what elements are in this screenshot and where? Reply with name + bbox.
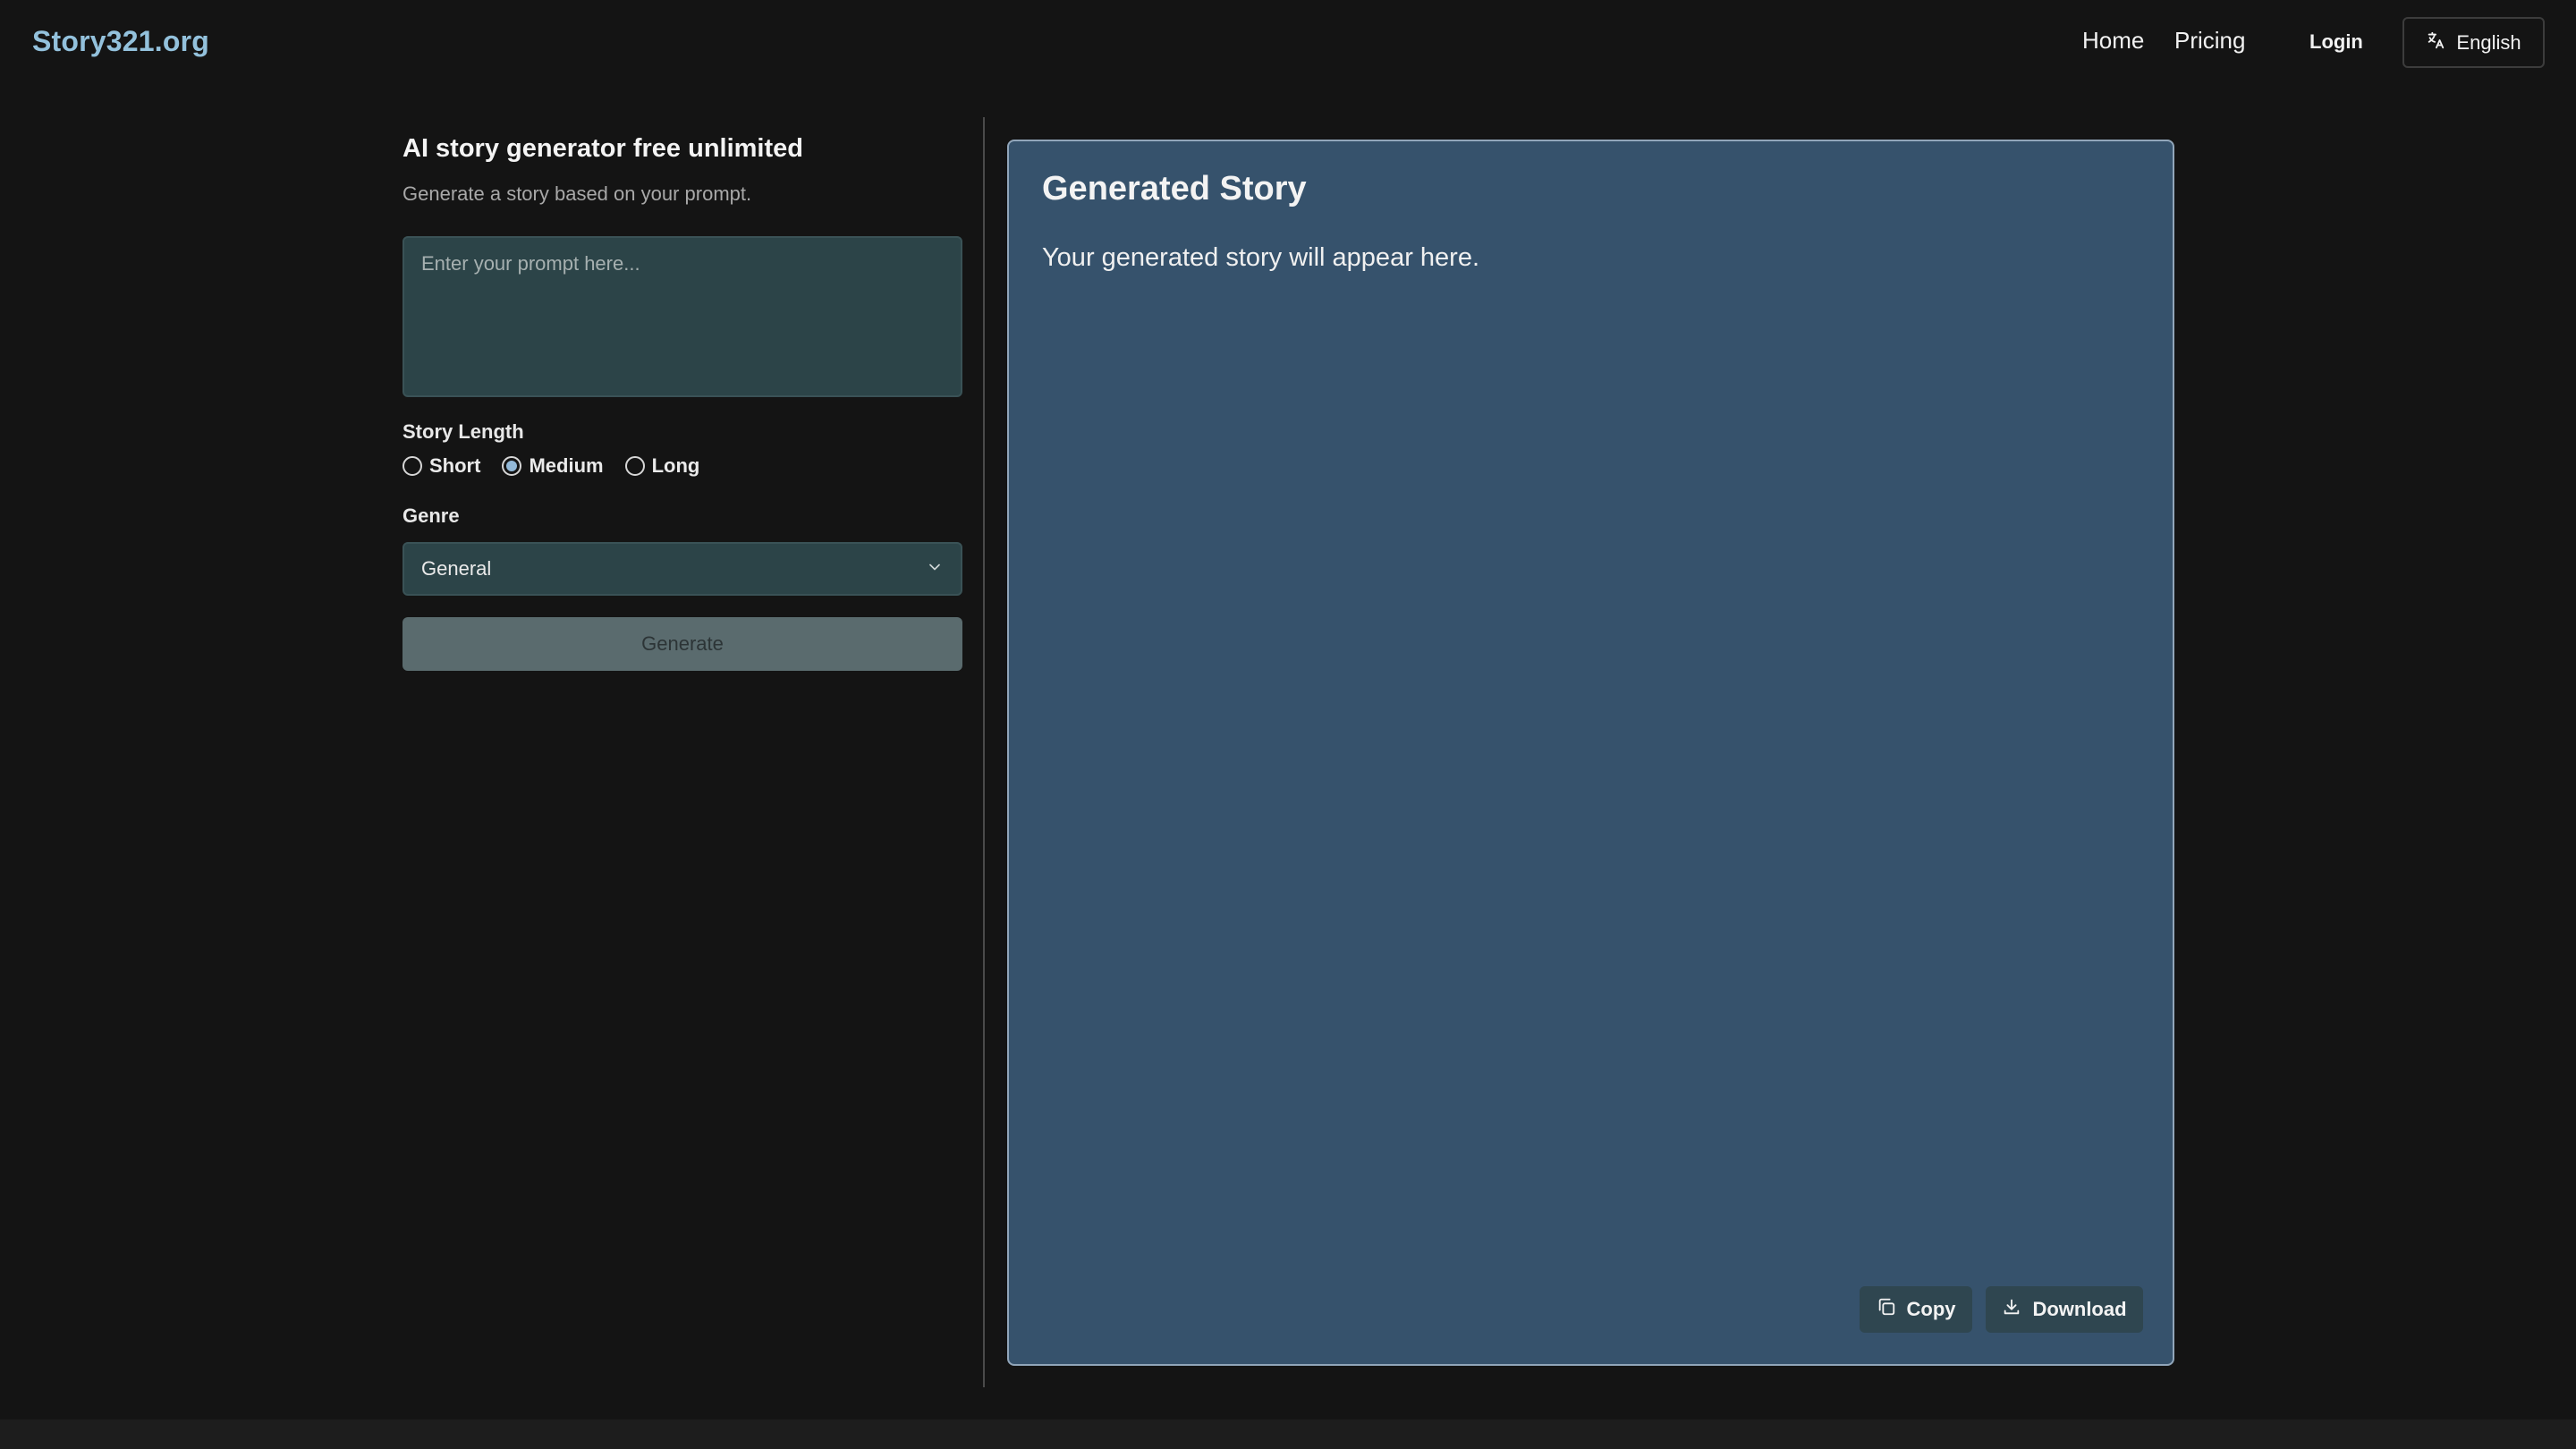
radio-button[interactable] — [402, 456, 422, 476]
panel-divider — [983, 117, 985, 1387]
nav-pricing-link[interactable]: Pricing — [2174, 27, 2245, 55]
story-length-label: Story Length — [402, 420, 524, 443]
copy-icon — [1877, 1297, 1896, 1322]
page-footer — [0, 1419, 2576, 1449]
story-form: AI story generator free unlimited Genera… — [402, 134, 962, 671]
download-label: Download — [2032, 1298, 2127, 1320]
story-length-group: Short Medium Long — [402, 454, 699, 478]
translate-icon — [2426, 30, 2445, 55]
radio-label: Long — [651, 454, 700, 477]
length-option-medium[interactable]: Medium — [502, 454, 604, 478]
page-subtitle: Generate a story based on your prompt. — [402, 182, 752, 205]
radio-label: Medium — [529, 454, 604, 477]
copy-button[interactable]: Copy — [1860, 1286, 1972, 1333]
prompt-input[interactable] — [402, 236, 962, 397]
generate-button[interactable]: Generate — [402, 617, 962, 671]
radio-button[interactable] — [624, 456, 645, 476]
login-link[interactable]: Login — [2309, 30, 2363, 54]
genre-label: Genre — [402, 504, 460, 527]
chevron-down-icon — [926, 558, 944, 580]
language-button[interactable]: English — [2402, 17, 2545, 68]
site-logo[interactable]: Story321.org — [32, 25, 209, 58]
story-title: Generated Story — [1042, 170, 1307, 208]
generated-story-panel: Generated Story Your generated story wil… — [1007, 140, 2174, 1366]
length-option-long[interactable]: Long — [624, 454, 700, 478]
radio-label: Short — [429, 454, 481, 477]
story-output: Your generated story will appear here. — [1042, 243, 1480, 272]
genre-value: General — [421, 557, 492, 580]
genre-select[interactable]: General — [402, 542, 962, 596]
radio-button[interactable] — [502, 456, 522, 476]
download-button[interactable]: Download — [1986, 1286, 2143, 1333]
top-header: Story321.org Home Pricing Login English — [0, 0, 2576, 86]
language-label: English — [2456, 30, 2521, 54]
page-title: AI story generator free unlimited — [402, 134, 803, 163]
copy-label: Copy — [1906, 1298, 1956, 1320]
download-icon — [2002, 1297, 2021, 1322]
length-option-short[interactable]: Short — [402, 454, 480, 478]
nav-home-link[interactable]: Home — [2082, 27, 2144, 55]
